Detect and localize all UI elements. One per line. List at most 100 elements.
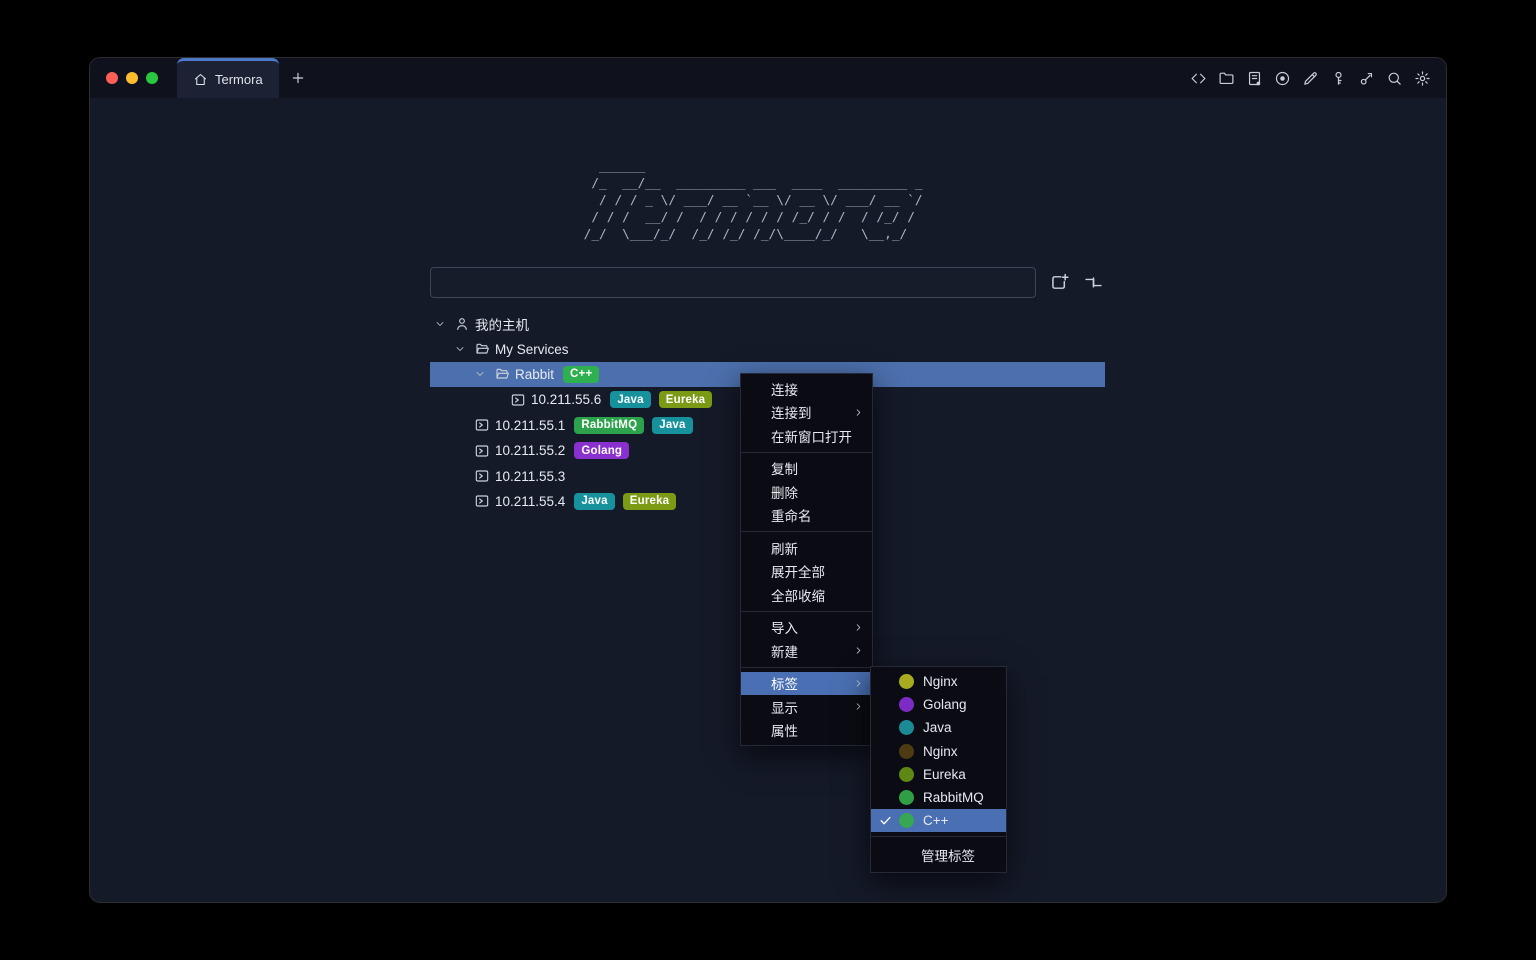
check-placeholder: [879, 698, 899, 711]
terminal-icon: [474, 417, 490, 433]
chevron-down-icon[interactable]: [434, 318, 446, 330]
key-icon[interactable]: [1330, 70, 1347, 87]
menu-item-open-in-new-window[interactable]: 在新窗口打开: [741, 424, 872, 448]
menu-item-label: 新建: [771, 641, 798, 661]
menu-item-tag-option-rabbitmq[interactable]: RabbitMQ: [871, 786, 1006, 809]
menu-item-tag-option-golang[interactable]: Golang: [871, 693, 1006, 716]
tab-termora[interactable]: Termora: [177, 58, 279, 98]
tag-option-label: Java: [923, 720, 952, 735]
app-window: Termora ______ /_ __/__ _________ ___ __…: [90, 58, 1446, 902]
menu-item-tags[interactable]: 标签: [741, 672, 872, 696]
user-icon: [454, 316, 470, 332]
menu-item-label: 标签: [771, 673, 798, 693]
tag-badges: Golang: [574, 442, 629, 459]
menu-item-tag-option-nginx-1[interactable]: Nginx: [871, 670, 1006, 693]
menu-item-new[interactable]: 新建: [741, 639, 872, 663]
menu-item-connect-to[interactable]: 连接到: [741, 401, 872, 425]
tag-color-dot: [899, 697, 914, 712]
menu-item-display[interactable]: 显示: [741, 695, 872, 719]
code-icon[interactable]: [1190, 70, 1207, 87]
tree-item-label: My Services: [495, 342, 569, 357]
titlebar: Termora: [90, 58, 1446, 98]
menu-item-label: 重命名: [771, 505, 812, 525]
menu-item-tag-option-java[interactable]: Java: [871, 716, 1006, 739]
check-placeholder: [879, 721, 899, 734]
tag-option-label: Nginx: [923, 744, 958, 759]
menu-item-rename[interactable]: 重命名: [741, 504, 872, 528]
menu-item-label: 在新窗口打开: [771, 426, 852, 446]
tree-item-label: 10.211.55.2: [495, 443, 565, 458]
menu-item-delete[interactable]: 删除: [741, 480, 872, 504]
tree-item-label: 10.211.55.4: [495, 494, 565, 509]
chevron-down-icon[interactable]: [454, 343, 466, 355]
plus-icon: [290, 70, 306, 86]
tag-submenu: Nginx Golang Java Nginx Eureka RabbitMQ C++ 管理标…: [870, 666, 1007, 873]
menu-separator: [741, 531, 872, 532]
folder-icon[interactable]: [1218, 70, 1235, 87]
edit-icon[interactable]: [1302, 70, 1319, 87]
menu-item-tag-option-eureka[interactable]: Eureka: [871, 763, 1006, 786]
menu-item-refresh[interactable]: 刷新: [741, 536, 872, 560]
check-placeholder: [879, 791, 899, 804]
search-input[interactable]: [430, 267, 1036, 298]
check-icon: [879, 814, 892, 827]
tag-badges: RabbitMQ Java: [574, 417, 692, 434]
menu-item-label: 连接到: [771, 402, 812, 422]
tag-badge: C++: [563, 366, 599, 383]
new-tab-button[interactable]: [279, 58, 317, 98]
tag-badge: Eureka: [623, 493, 677, 510]
tag-badge: Eureka: [659, 391, 713, 408]
menu-item-tag-option-nginx-2[interactable]: Nginx: [871, 740, 1006, 763]
tree-item-label: 我的主机: [475, 314, 529, 334]
ascii-logo-wrap: ______ /_ __/__ _________ ___ ____ _____…: [90, 158, 1446, 243]
chevron-right-icon: [853, 622, 864, 633]
context-menu: 连接连接到在新窗口打开复制删除重命名刷新展开全部全部收缩导入新建标签显示属性: [740, 373, 873, 746]
keychain-icon[interactable]: [1358, 70, 1375, 87]
menu-item-label: 属性: [771, 720, 798, 740]
tag-option-label: C++: [923, 813, 949, 828]
check-placeholder: [879, 675, 899, 688]
zoom-button[interactable]: [146, 72, 158, 84]
tag-badge: Java: [574, 493, 614, 510]
chevron-down-icon[interactable]: [474, 368, 486, 380]
tag-option-label: Eureka: [923, 767, 966, 782]
menu-item-import[interactable]: 导入: [741, 616, 872, 640]
tree-item-label: Rabbit: [515, 367, 554, 382]
tree-item-my-services[interactable]: My Services: [430, 336, 1105, 361]
search-icon[interactable]: [1386, 70, 1403, 87]
menu-item-copy[interactable]: 复制: [741, 457, 872, 481]
chevron-right-icon: [853, 678, 864, 689]
menu-item-connect[interactable]: 连接: [741, 377, 872, 401]
tag-option-label: Nginx: [923, 674, 958, 689]
record-icon[interactable]: [1274, 70, 1291, 87]
menu-item-label: 全部收缩: [771, 585, 825, 605]
minimize-button[interactable]: [126, 72, 138, 84]
terminal-icon: [474, 468, 490, 484]
collapse-all-icon[interactable]: [1083, 272, 1104, 293]
menu-item-tag-option-cpp[interactable]: C++: [871, 809, 1006, 832]
add-host-icon[interactable]: [1049, 272, 1070, 293]
log-icon[interactable]: [1246, 70, 1263, 87]
tree-item-my-hosts[interactable]: 我的主机: [430, 311, 1105, 336]
tag-badge: Java: [652, 417, 692, 434]
menu-item-manage-tags[interactable]: 管理标签: [871, 841, 1006, 869]
menu-item-expand-all[interactable]: 展开全部: [741, 560, 872, 584]
menu-separator: [871, 836, 1006, 837]
menu-item-label: 删除: [771, 482, 798, 502]
settings-icon[interactable]: [1414, 70, 1431, 87]
check-icon: [879, 814, 899, 827]
tag-badge: RabbitMQ: [574, 417, 644, 434]
tag-color-dot: [899, 744, 914, 759]
tag-badges: C++: [563, 366, 599, 383]
folder-open-icon: [494, 366, 510, 382]
terminal-icon: [474, 443, 490, 459]
menu-separator: [741, 667, 872, 668]
tag-badges: Java Eureka: [574, 493, 676, 510]
close-button[interactable]: [106, 72, 118, 84]
menu-item-label: 显示: [771, 697, 798, 717]
menu-item-properties[interactable]: 属性: [741, 719, 872, 743]
chevron-right-icon: [853, 407, 864, 418]
menu-item-label: 导入: [771, 617, 798, 637]
chevron-right-icon: [853, 645, 864, 656]
menu-item-collapse-all[interactable]: 全部收缩: [741, 583, 872, 607]
